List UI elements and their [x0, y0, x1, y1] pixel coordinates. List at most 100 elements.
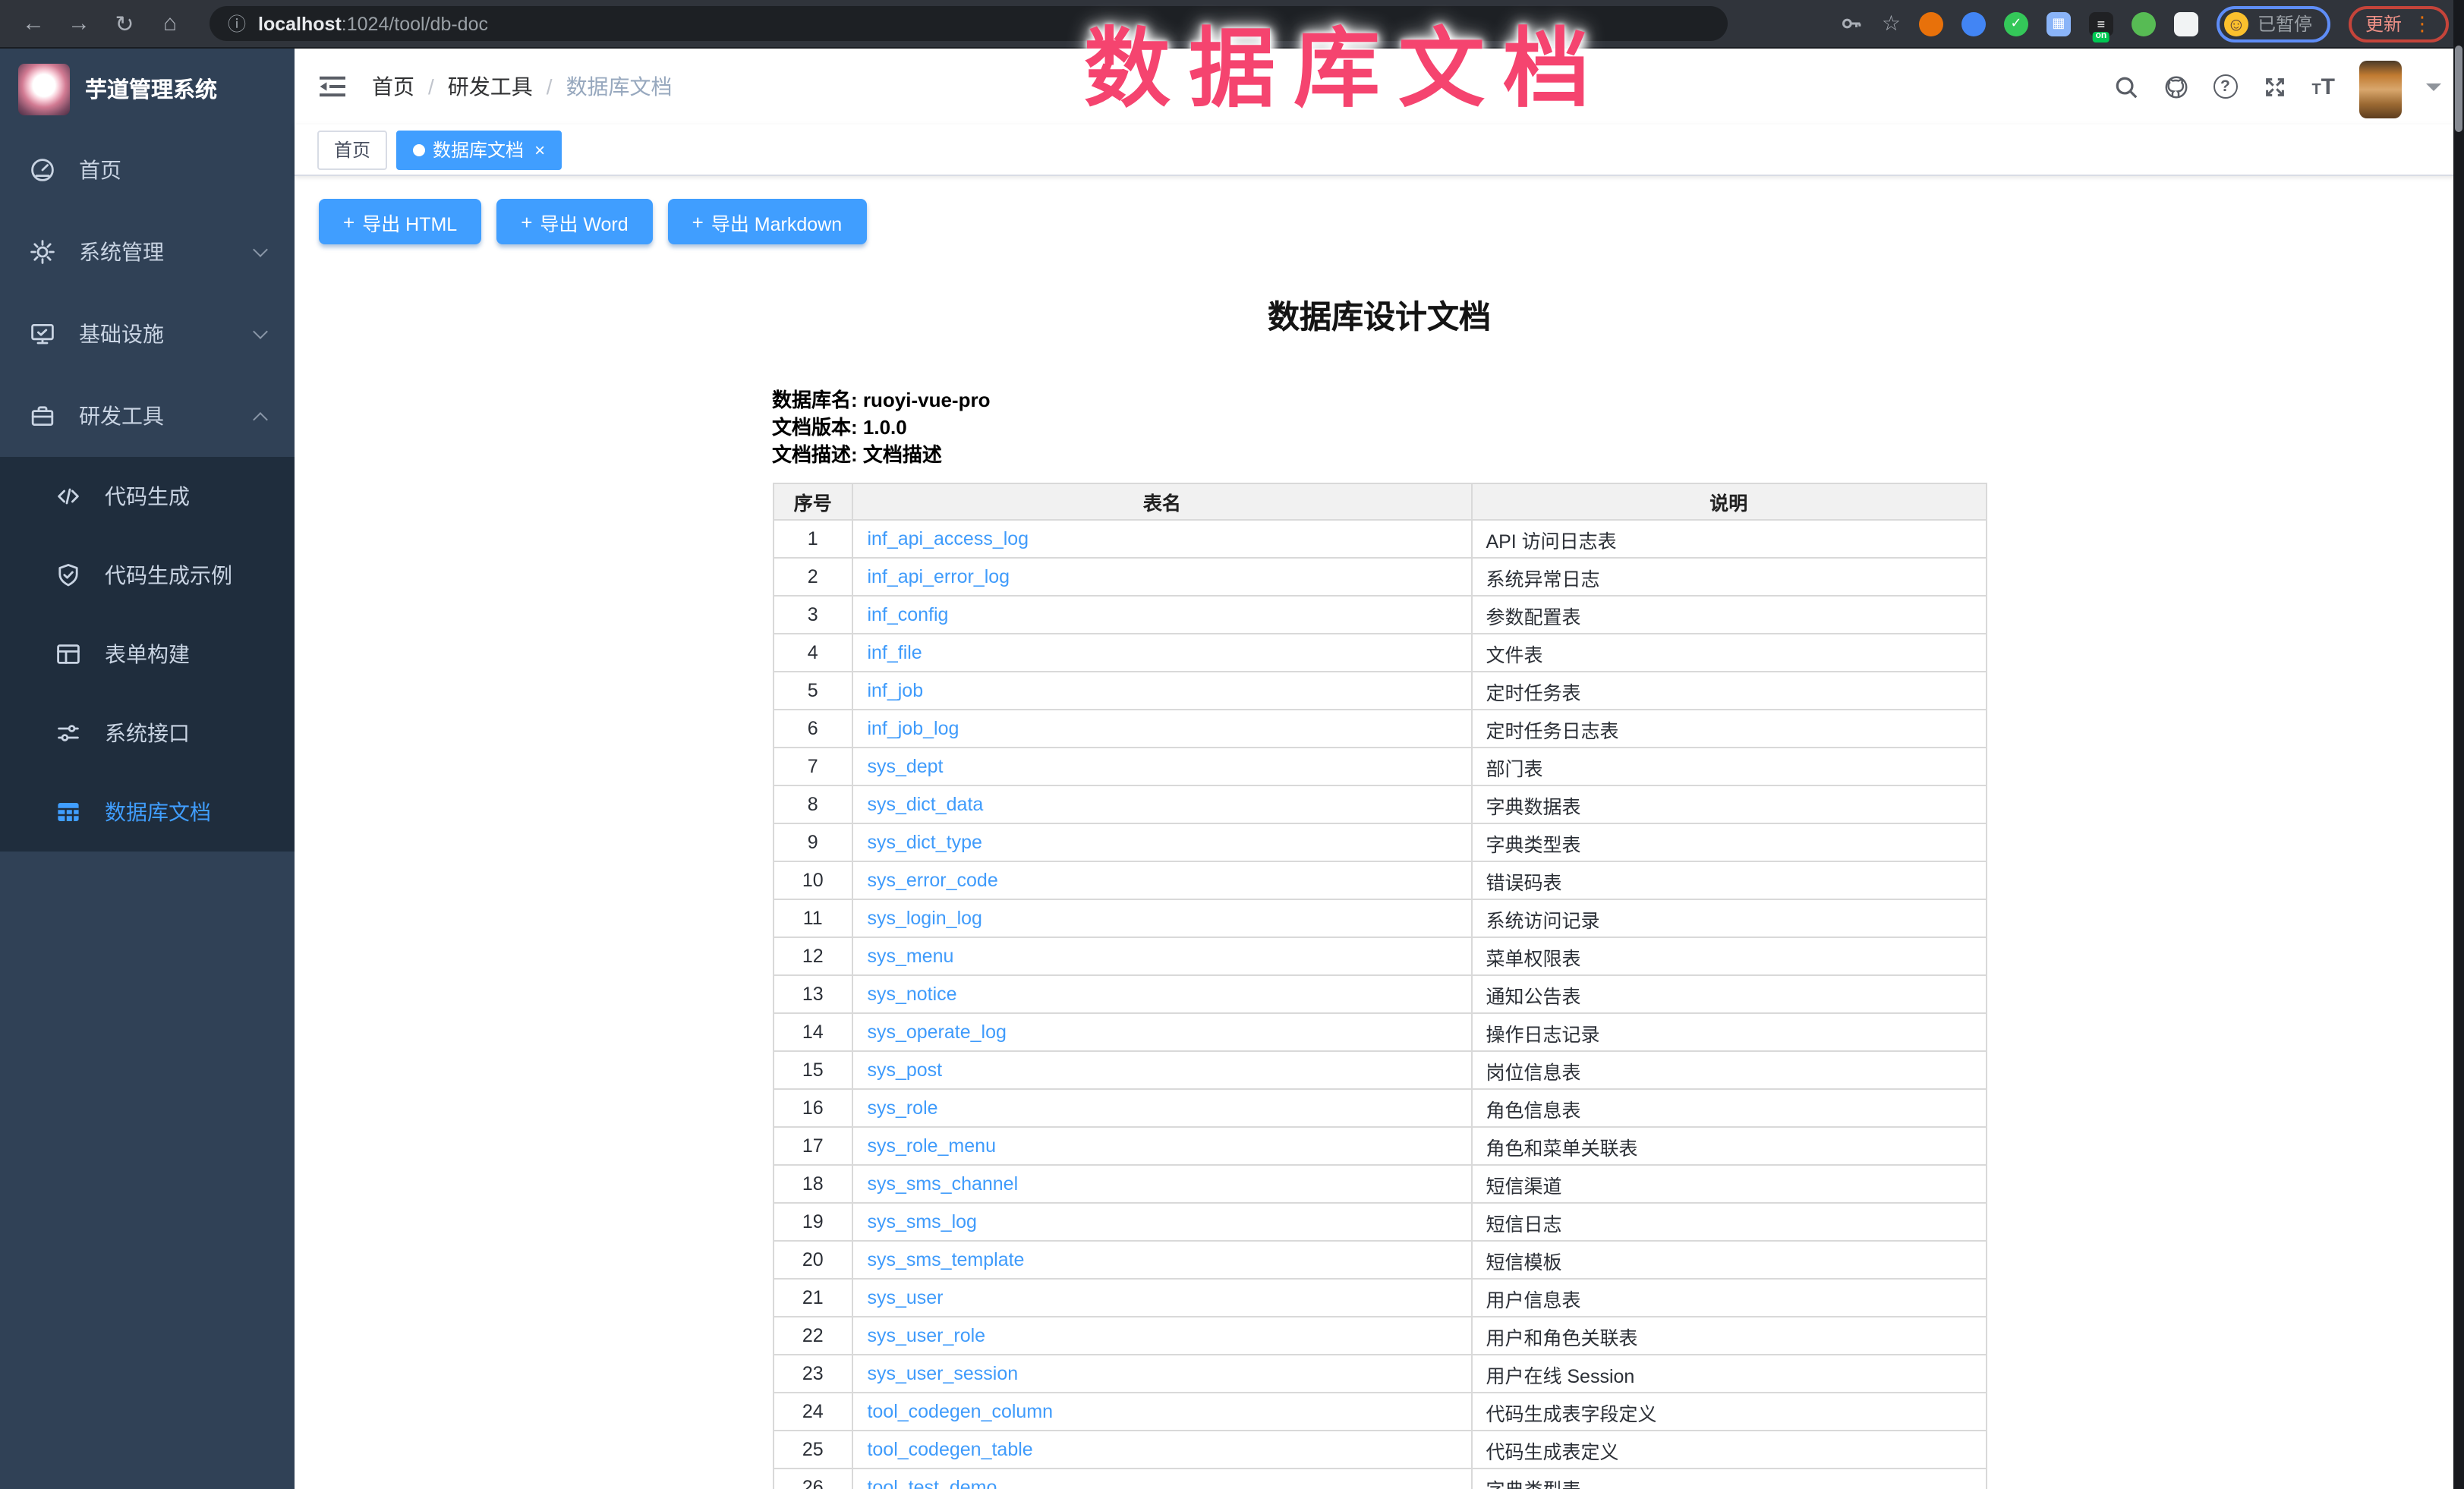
table-name-link[interactable]: sys_error_code	[867, 870, 997, 891]
ext-green-check-icon[interactable]: ✓	[2004, 11, 2028, 36]
browser-home-icon[interactable]: ⌂	[152, 5, 188, 42]
table-cell-desc: 角色和菜单关联表	[1471, 1127, 1986, 1165]
ext-blue-grid-icon[interactable]: ▦	[2047, 11, 2071, 36]
table-cell-desc: 菜单权限表	[1471, 937, 1986, 975]
sidebar-item-dev-tools[interactable]: 研发工具	[0, 375, 295, 457]
export-button[interactable]: +导出 Word	[496, 199, 652, 244]
table-name-link[interactable]: sys_dict_data	[867, 794, 983, 815]
sidebar-item-db-doc[interactable]: 数据库文档	[0, 773, 295, 852]
ext-puzzle-icon[interactable]	[2174, 11, 2198, 36]
address-bar[interactable]: ⓘ localhost:1024/tool/db-doc	[210, 6, 1728, 41]
browser-scrollbar[interactable]	[2453, 0, 2464, 1489]
export-button-label: 导出 HTML	[362, 207, 457, 236]
export-button[interactable]: +导出 Markdown	[668, 199, 866, 244]
table-row: 26tool_test_demo字典类型表	[773, 1469, 1986, 1489]
table-name-link[interactable]: sys_menu	[867, 946, 953, 967]
table-name-link[interactable]: inf_api_access_log	[867, 528, 1029, 549]
doc-meta: 数据库名: ruoyi-vue-pro文档版本: 1.0.0文档描述: 文档描述	[772, 387, 1987, 469]
table-name-link[interactable]: inf_job_log	[867, 718, 959, 739]
table-cell-seq: 17	[773, 1127, 852, 1165]
breadcrumb-item[interactable]: 研发工具	[448, 71, 533, 102]
doc-meta-value: 文档描述	[863, 443, 942, 466]
chevron-up-icon	[253, 411, 268, 427]
tag-active[interactable]: 数据库文档 ×	[396, 130, 562, 169]
table-cell-name: sys_dict_data	[852, 785, 1471, 823]
font-size-icon[interactable]: TT	[2311, 74, 2335, 99]
export-button[interactable]: +导出 HTML	[319, 199, 481, 244]
sidebar-item-infra[interactable]: 基础设施	[0, 293, 295, 375]
ext-green-leaf-icon[interactable]	[2132, 11, 2156, 36]
table-name-link[interactable]: inf_api_error_log	[867, 566, 1010, 587]
table-cell-desc: 短信日志	[1471, 1203, 1986, 1241]
doc-meta-label: 数据库名:	[772, 389, 863, 411]
table-name-link[interactable]: sys_sms_template	[867, 1249, 1024, 1270]
table-name-link[interactable]: sys_role_menu	[867, 1135, 996, 1157]
table-name-link[interactable]: sys_sms_log	[867, 1211, 977, 1232]
table-name-link[interactable]: sys_user_session	[867, 1363, 1018, 1384]
tag-close-icon[interactable]: ×	[534, 140, 545, 159]
table-name-link[interactable]: inf_config	[867, 604, 948, 625]
user-menu-caret-icon[interactable]	[2426, 83, 2441, 90]
browser-reload-icon[interactable]: ↻	[106, 5, 143, 42]
sidebar-item-home[interactable]: 首页	[0, 129, 295, 211]
table-name-link[interactable]: tool_test_demo	[867, 1477, 997, 1489]
site-info-icon[interactable]: ⓘ	[228, 11, 246, 36]
table-name-link[interactable]: sys_login_log	[867, 908, 982, 929]
browser-menu-icon[interactable]: ⋮	[2412, 11, 2432, 36]
table-name-link[interactable]: sys_sms_channel	[867, 1173, 1018, 1195]
ext-dark-on-icon[interactable]: ≡on	[2089, 11, 2113, 36]
table-cell-seq: 19	[773, 1203, 852, 1241]
table-name-link[interactable]: sys_role	[867, 1097, 937, 1119]
sidebar-item-label: 代码生成示例	[105, 560, 266, 590]
tag-label: 数据库文档	[433, 137, 524, 162]
doc-title: 数据库设计文档	[772, 293, 1987, 338]
fullscreen-icon[interactable]	[2261, 74, 2287, 99]
table-row: 8sys_dict_data字典数据表	[773, 785, 1986, 823]
sidebar-item-form-build[interactable]: 表单构建	[0, 615, 295, 694]
table-name-link[interactable]: inf_file	[867, 642, 922, 663]
browser-forward-icon[interactable]: →	[61, 5, 97, 42]
table-name-link[interactable]: inf_job	[867, 680, 923, 701]
user-avatar[interactable]	[2359, 61, 2402, 118]
table-cell-seq: 25	[773, 1431, 852, 1469]
sidebar-item-codegen[interactable]: 代码生成	[0, 457, 295, 536]
table-cell-seq: 21	[773, 1279, 852, 1317]
table-name-link[interactable]: tool_codegen_column	[867, 1401, 1053, 1422]
profile-emoji-icon: ☺	[2224, 11, 2248, 36]
tag-item[interactable]: 首页	[317, 130, 387, 169]
form-icon	[55, 641, 82, 668]
table-cell-name: sys_error_code	[852, 861, 1471, 899]
bookmark-star-icon[interactable]: ☆	[1882, 11, 1901, 36]
github-icon[interactable]	[2163, 74, 2188, 99]
browser-update-button[interactable]: 更新 ⋮	[2349, 5, 2449, 42]
key-icon[interactable]	[1841, 12, 1864, 35]
table-row: 13sys_notice通知公告表	[773, 975, 1986, 1013]
ext-orange-icon[interactable]	[1919, 11, 1943, 36]
sidebar-item-system[interactable]: 系统管理	[0, 211, 295, 293]
breadcrumb-item[interactable]: 首页	[372, 71, 414, 102]
table-row: 9sys_dict_type字典类型表	[773, 823, 1986, 861]
table-row: 15sys_post岗位信息表	[773, 1051, 1986, 1089]
sidebar-item-system-api[interactable]: 系统接口	[0, 694, 295, 773]
table-name-link[interactable]: sys_user	[867, 1287, 943, 1308]
ext-blue-pin-icon[interactable]	[1961, 11, 1986, 36]
table-name-link[interactable]: sys_dict_type	[867, 832, 982, 853]
help-icon[interactable]: ?	[2213, 74, 2237, 99]
profile-chip[interactable]: ☺ 已暂停	[2217, 5, 2330, 42]
table-name-link[interactable]: tool_codegen_table	[867, 1439, 1032, 1460]
table-cell-desc: 系统访问记录	[1471, 899, 1986, 937]
table-name-link[interactable]: sys_user_role	[867, 1325, 985, 1346]
app-logo-row[interactable]: 芋道管理系统	[0, 49, 295, 129]
table-name-link[interactable]: sys_dept	[867, 756, 943, 777]
browser-back-icon[interactable]: ←	[15, 5, 52, 42]
scrollbar-thumb[interactable]	[2455, 46, 2462, 132]
sidebar-collapse-icon[interactable]	[317, 71, 348, 102]
table-row: 2inf_api_error_log系统异常日志	[773, 558, 1986, 596]
table-name-link[interactable]: sys_notice	[867, 984, 956, 1005]
sidebar-item-codegen-demo[interactable]: 代码生成示例	[0, 536, 295, 615]
search-icon[interactable]	[2113, 74, 2138, 99]
profile-chip-label: 已暂停	[2258, 11, 2312, 36]
table-name-link[interactable]: sys_operate_log	[867, 1022, 1006, 1043]
table-name-link[interactable]: sys_post	[867, 1059, 942, 1081]
sidebar-item-label: 表单构建	[105, 639, 266, 669]
